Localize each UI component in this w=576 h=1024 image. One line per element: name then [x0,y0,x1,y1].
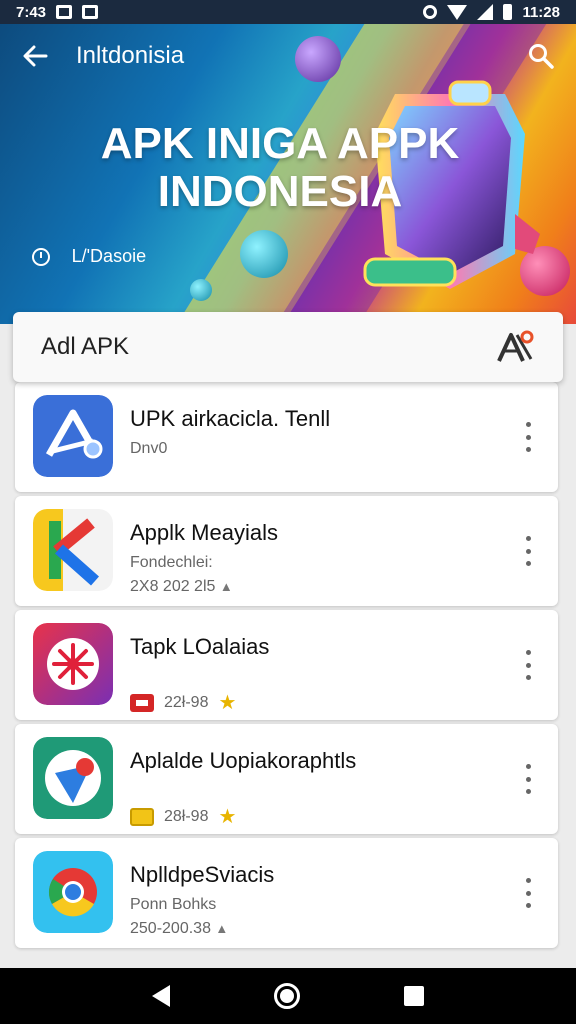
app-title: Aplalde Uopiakoraphtls [130,748,357,773]
more-options-icon[interactable] [520,536,536,566]
battery-icon [503,4,513,20]
app-list: UPK airkacicla. Tenll Dnv0 Applk Meayial… [15,382,558,970]
more-options-icon[interactable] [520,878,536,908]
hero-bubble [190,279,212,301]
more-options-icon[interactable] [520,764,536,794]
hero-bubble [240,230,288,278]
hero-title-line2: INDONESIA [157,167,403,216]
signal-icon [477,4,494,20]
wifi-icon [447,4,468,20]
search-card[interactable]: Adl APK [13,312,563,382]
app-meta-secondary: 2X8 202 2l5 ▲ [130,578,233,596]
badge-icon [130,693,154,712]
system-nav-bar [0,968,576,1024]
hero-title-line1: APK INIGA APPK [100,119,460,168]
app-meta: 28ł-98 [164,807,209,825]
app-k-icon [33,509,113,591]
app-date: 2X8 202 2l5 [130,578,216,595]
list-item[interactable]: UPK airkacicla. Tenll Dnv0 [15,382,558,492]
nav-back-icon[interactable] [152,985,170,1007]
sync-icon [423,5,438,19]
app-meta-row: 22ł-98 ★ [130,690,236,715]
app-arrow-icon [33,395,113,477]
nav-recents-icon[interactable] [404,986,424,1006]
hero-subtitle-row: L/'Dasoie [32,246,146,267]
list-item[interactable]: NplldpeSviacis Ponn Bohks 250-200.38 ▲ [15,838,558,948]
list-item[interactable]: Applk Meayials Fondechlei: 2X8 202 2l5 ▲ [15,496,558,606]
top-app-bar: Inltdonisia [0,24,576,88]
app-flower-icon [33,623,113,705]
app-date: 250-200.38 [130,920,211,937]
list-item[interactable]: Tapk LOalaias 22ł-98 ★ [15,610,558,720]
more-options-icon[interactable] [520,422,536,452]
list-item[interactable]: Aplalde Uopiakoraphtls 28ł-98 ★ [15,724,558,834]
app-pin-icon [33,737,113,819]
star-icon: ★ [218,806,237,828]
page-title: Inltdonisia [76,42,185,69]
notification-app-icon [82,5,99,19]
search-card-label: Adl APK [41,333,130,360]
app-title: NplldpeSviacis [130,862,275,887]
search-icon[interactable] [524,39,558,73]
apk-icon[interactable] [495,329,535,365]
status-clock: 11:28 [522,3,560,21]
app-title: Applk Meayials [130,520,278,545]
status-time: 7:43 [16,3,47,21]
app-title: Tapk LOalaias [130,634,270,659]
clock-icon [32,247,50,266]
more-options-icon[interactable] [520,650,536,680]
back-arrow-icon[interactable] [18,39,52,73]
notification-n-icon [56,5,73,19]
app-meta-secondary: 250-200.38 ▲ [130,920,228,938]
app-meta-row: 28ł-98 ★ [130,804,236,829]
badge-icon [130,807,154,826]
hero-subtitle: L/'Dasoie [58,246,147,266]
download-icon: ▲ [219,579,233,594]
app-meta: Dnv0 [130,440,168,457]
download-icon: ▲ [215,921,229,936]
nav-home-icon[interactable] [274,983,300,1009]
app-title: UPK airkacicla. Tenll [130,406,331,431]
status-bar: 7:43 11:28 [0,0,576,24]
app-meta: Fondechlei: [130,554,213,571]
star-icon: ★ [218,692,237,714]
hero-title: APK INIGA APPK INDONESIA [40,120,520,216]
app-chrome-icon [33,851,113,933]
app-meta: 22ł-98 [164,693,209,711]
app-meta: Ponn Bohks [130,896,217,913]
